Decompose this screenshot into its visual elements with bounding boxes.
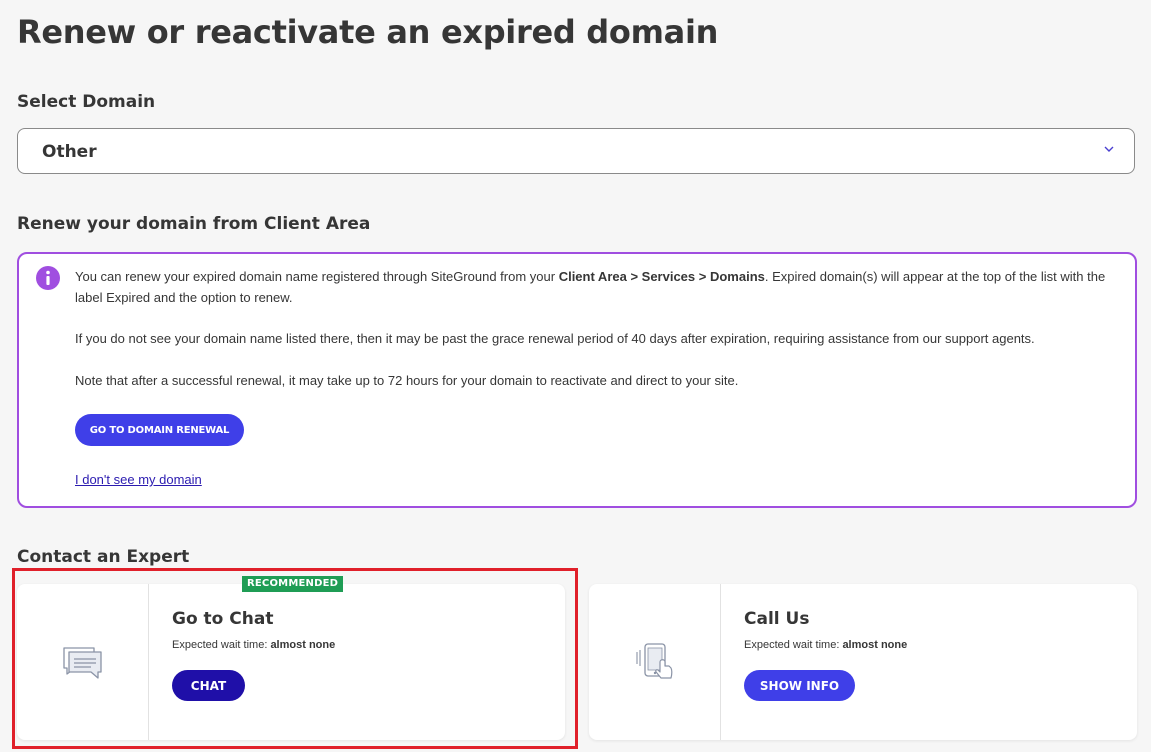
phone-icon [636,643,673,679]
client-area-path: Client Area > Services > Domains [558,269,765,284]
domain-select-value: Other [42,142,97,162]
chevron-down-icon [1104,146,1114,152]
go-to-domain-renewal-button[interactable]: GO TO DOMAIN RENEWAL [75,414,244,446]
show-info-button[interactable]: SHOW INFO [744,670,855,701]
chat-card: Go to Chat Expected wait time: almost no… [17,584,565,740]
chat-wait-time: Expected wait time: almost none [172,639,336,651]
call-card: Call Us Expected wait time: almost none … [589,584,1137,740]
renew-paragraph-3: Note that after a successful renewal, it… [75,373,739,388]
renew-paragraph-2: If you do not see your domain name liste… [75,331,1035,346]
call-wait-time: Expected wait time: almost none [744,639,908,651]
chat-icon [63,647,102,679]
renew-paragraph-1: You can renew your expired domain name r… [75,269,1106,305]
select-domain-label: Select Domain [17,92,156,112]
chat-button[interactable]: CHAT [172,670,245,701]
call-card-title: Call Us [744,609,810,629]
domain-select[interactable]: Other [17,128,1135,174]
dont-see-domain-link[interactable]: I don't see my domain [75,472,202,487]
renew-info-box: You can renew your expired domain name r… [17,252,1137,508]
page-title: Renew or reactivate an expired domain [17,13,719,51]
chat-card-title: Go to Chat [172,609,274,629]
renew-section-heading: Renew your domain from Client Area [17,214,371,234]
info-icon [36,266,60,290]
contact-expert-heading: Contact an Expert [17,547,190,567]
recommended-badge: RECOMMENDED [242,576,344,592]
